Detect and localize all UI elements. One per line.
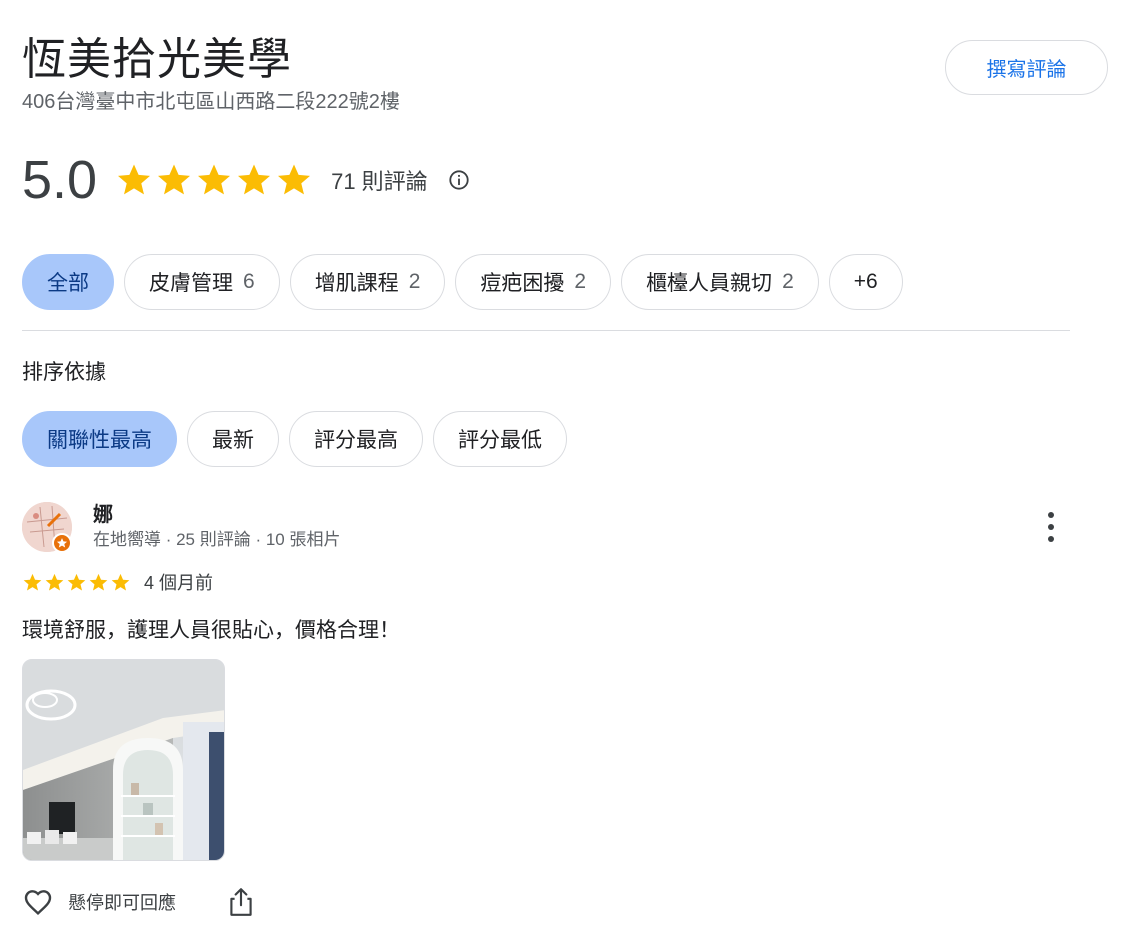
star-icon [118,164,151,195]
review-time: 4 個月前 [144,573,214,593]
star-icon [238,164,271,195]
topic-chip[interactable]: 痘疤困擾 2 [455,254,612,310]
sort-option-relevance[interactable]: 關聯性最高 [22,411,177,467]
chip-label: 櫃檯人員親切 [646,272,773,295]
local-guide-badge-icon [52,533,72,553]
avatar[interactable] [22,502,72,553]
sort-option-newest[interactable]: 最新 [187,411,279,467]
star-icon [45,573,64,591]
chip-count: 6 [243,270,255,293]
chip-label: +6 [853,270,878,293]
sort-option-highest[interactable]: 評分最高 [289,411,423,467]
more-vert-icon[interactable] [1040,512,1062,542]
heart-icon[interactable] [22,886,54,918]
reviewer-name[interactable]: 娜 [93,502,113,528]
chip-label: 痘疤困擾 [480,272,565,295]
place-title: 恆美拾光美學 [22,35,292,84]
hover-to-reply-text: 懸停即可回應 [68,893,176,913]
write-review-button[interactable]: 撰寫評論 [945,40,1108,95]
star-icon [198,164,231,195]
review-actions: 懸停即可回應 [22,882,254,922]
review-photo-image [23,660,224,860]
divider [22,330,1070,331]
share-icon[interactable] [228,886,254,918]
topic-chip-more[interactable]: +6 [828,254,903,310]
review-photo[interactable] [22,659,225,861]
chip-count: 2 [408,270,421,293]
reviewer-meta: 在地嚮導 · 25 則評論 · 10 張相片 [93,530,341,549]
sort-label: 排序依據 [22,361,106,384]
chip-label: 皮膚管理 [149,272,233,295]
review-stars [22,572,131,593]
topic-chips: 全部 皮膚管理 6 增肌課程 2 痘疤困擾 2 櫃檯人員親切 2 +6 [22,254,903,310]
topic-chip-all[interactable]: 全部 [22,254,114,310]
chip-count: 2 [574,270,587,293]
star-icon [23,573,42,591]
chip-count: 2 [782,270,794,293]
place-address: 406台灣臺中市北屯區山西路二段222號2樓 [22,91,400,113]
rating-score: 5.0 [22,150,98,210]
star-icon [111,573,130,591]
review-text: 環境舒服，護理人員很貼心，價格合理！ [22,619,400,642]
star-icon [67,573,86,591]
rating-summary: 5.0 71 則評論 [22,148,470,212]
topic-chip[interactable]: 櫃檯人員親切 2 [621,254,819,310]
star-icon [278,164,311,195]
rating-stars [115,161,313,199]
sort-option-lowest[interactable]: 評分最低 [433,411,567,467]
topic-chip[interactable]: 增肌課程 2 [289,254,446,310]
info-icon[interactable] [448,169,470,191]
star-icon [89,573,108,591]
chip-label: 增肌課程 [314,272,399,295]
local-guide-star-icon [56,538,68,548]
chip-label: 全部 [47,272,89,295]
sort-options: 關聯性最高 最新 評分最高 評分最低 [22,411,567,467]
topic-chip[interactable]: 皮膚管理 6 [124,254,280,310]
star-icon [158,164,191,195]
review-count: 71 則評論 [331,169,428,194]
